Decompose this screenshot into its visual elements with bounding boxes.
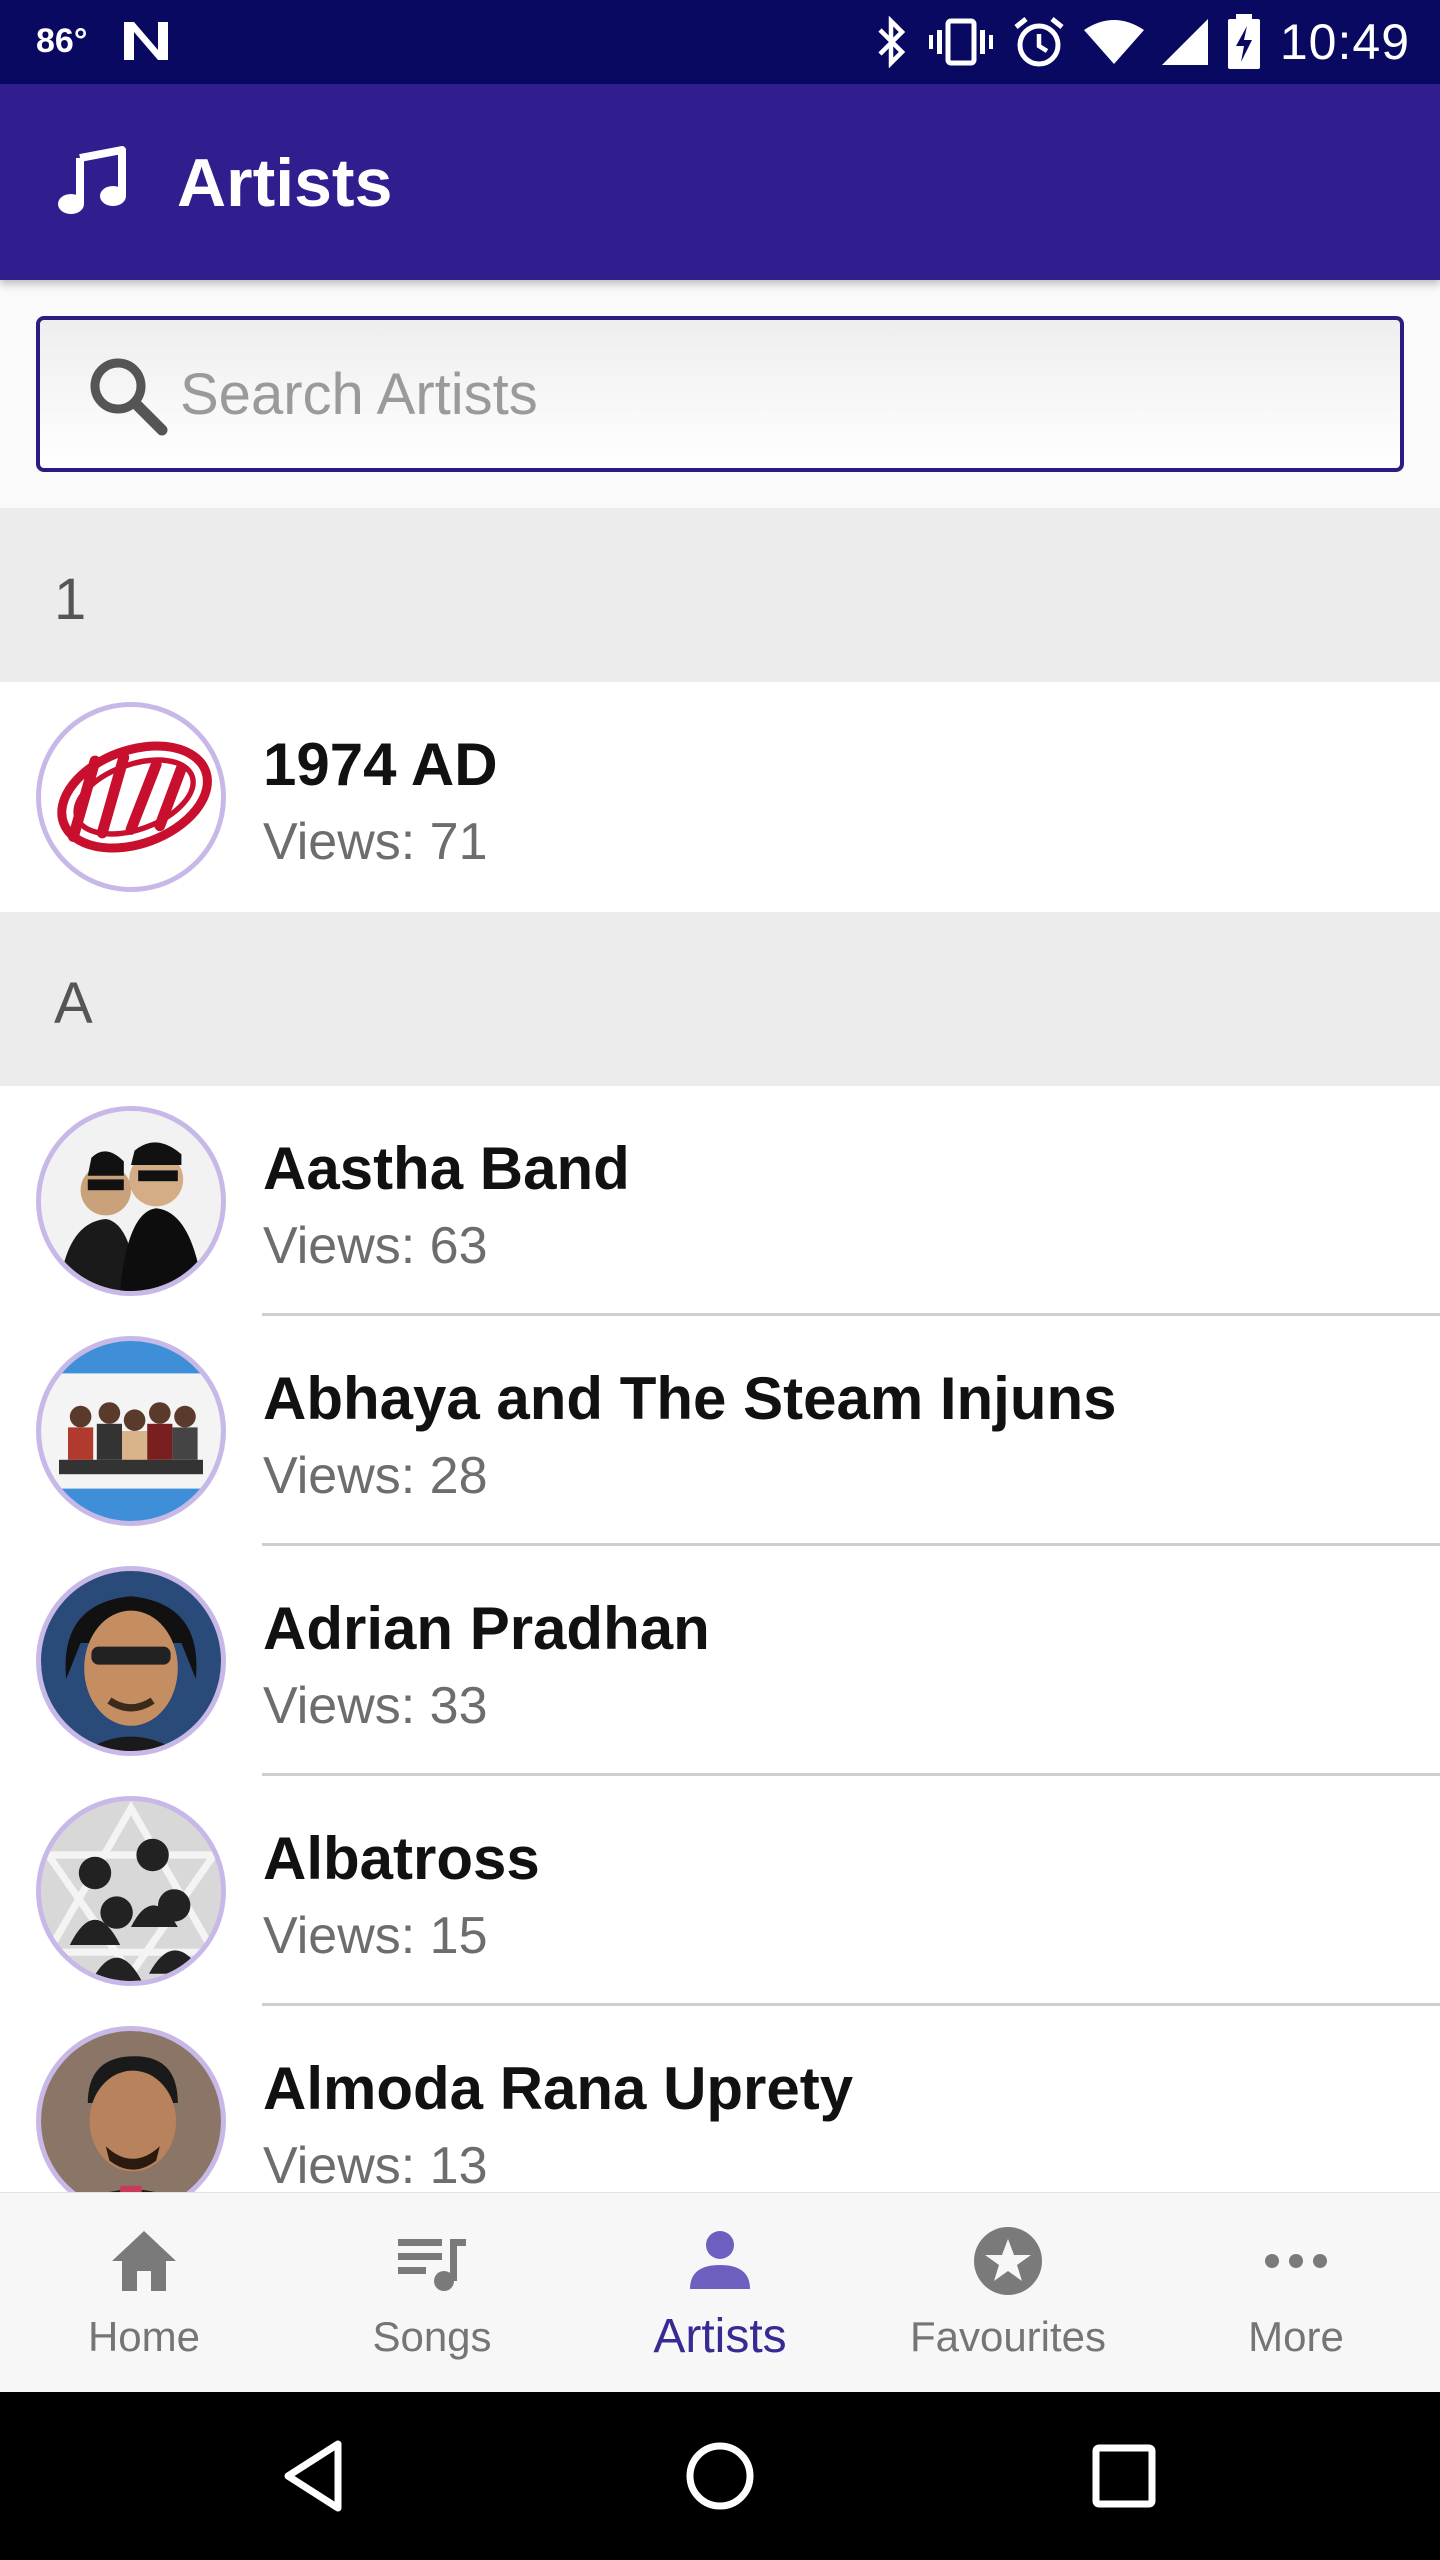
music-note-icon	[58, 146, 126, 214]
artist-name: Abhaya and The Steam Injuns	[263, 1365, 1117, 1432]
status-bar: 86° 10:49	[0, 0, 1440, 84]
alarm-icon	[1014, 17, 1064, 67]
page-title: Artists	[177, 145, 393, 221]
bottom-navigation: Home Songs Artists Favourites More	[0, 2192, 1440, 2392]
back-icon[interactable]	[276, 2436, 356, 2516]
artist-photo	[41, 1801, 221, 1981]
app-bar: Artists	[0, 84, 1440, 280]
artist-logo-image	[41, 707, 221, 887]
artist-views: Views: 63	[263, 1217, 488, 1275]
artist-row-aastha-band[interactable]: Aastha Band Views: 63	[0, 1086, 1440, 1316]
artist-row-1974-ad[interactable]: 1974 AD Views: 71	[0, 682, 1440, 912]
artist-photo	[41, 1341, 221, 1521]
clock-text: 10:49	[1279, 14, 1410, 70]
system-navigation-bar	[0, 2392, 1440, 2560]
artist-views: Views: 33	[263, 1677, 488, 1735]
artist-avatar	[36, 1336, 226, 1526]
artist-photo	[41, 1571, 221, 1751]
artist-name: Almoda Rana Uprety	[263, 2055, 854, 2122]
artist-avatar	[36, 2026, 226, 2192]
artist-name: 1974 AD	[263, 731, 498, 798]
section-header-1: 1	[0, 508, 1440, 682]
search-box[interactable]	[36, 316, 1404, 472]
queue-music-icon	[398, 2239, 466, 2291]
nav-label: More	[1248, 2313, 1344, 2360]
artist-views: Views: 28	[263, 1447, 488, 1505]
nav-label: Songs	[372, 2313, 492, 2360]
section-header-label: 1	[54, 567, 87, 632]
battery-charging-icon	[1227, 14, 1260, 69]
artist-avatar	[36, 1566, 226, 1756]
recents-icon[interactable]	[1084, 2436, 1164, 2516]
search-input[interactable]	[180, 348, 1360, 440]
nav-item-home[interactable]: Home	[0, 2193, 288, 2393]
nav-label: Favourites	[909, 2313, 1107, 2360]
section-header-a: A	[0, 912, 1440, 1086]
nav-label: Home	[87, 2313, 201, 2360]
nav-item-more[interactable]: More	[1152, 2193, 1440, 2393]
artist-views: Views: 13	[263, 2137, 488, 2192]
artist-list[interactable]: 1 1974 AD Views: 71 A Aastha Band Views:…	[0, 508, 1440, 2192]
nav-item-favourites[interactable]: Favourites	[864, 2193, 1152, 2393]
artist-name: Aastha Band	[263, 1135, 630, 1202]
artist-views: Views: 71	[263, 813, 488, 871]
nav-item-songs[interactable]: Songs	[288, 2193, 576, 2393]
artist-row-albatross[interactable]: Albatross Views: 15	[0, 1776, 1440, 2006]
search-icon	[90, 358, 168, 436]
artist-row-abhaya-and-the-steam-injuns[interactable]: Abhaya and The Steam Injuns Views: 28	[0, 1316, 1440, 1546]
search-container	[0, 280, 1440, 508]
person-icon	[690, 2231, 750, 2289]
nav-label: Artists	[653, 2310, 787, 2363]
artist-avatar	[36, 1796, 226, 1986]
artist-avatar	[36, 702, 226, 892]
n-notification-icon	[124, 22, 168, 60]
artist-name: Albatross	[263, 1825, 540, 1892]
artist-views: Views: 15	[263, 1907, 488, 1965]
bluetooth-icon	[878, 16, 906, 68]
star-circle-icon	[974, 2227, 1042, 2295]
temperature-text: 86°	[36, 22, 88, 60]
home-icon	[112, 2231, 176, 2291]
more-horizontal-icon	[1265, 2254, 1327, 2268]
section-header-label: A	[54, 971, 93, 1036]
home-circle-icon[interactable]	[680, 2436, 760, 2516]
artist-row-adrian-pradhan[interactable]: Adrian Pradhan Views: 33	[0, 1546, 1440, 1776]
vibrate-icon	[928, 18, 993, 66]
artist-name: Adrian Pradhan	[263, 1595, 710, 1662]
status-icons: 10:49	[874, 14, 1410, 70]
artist-row-almoda-rana-uprety[interactable]: Almoda Rana Uprety Views: 13	[0, 2006, 1440, 2192]
artist-avatar	[36, 1106, 226, 1296]
artist-photo	[41, 1111, 221, 1291]
artist-photo	[41, 2031, 221, 2192]
nav-item-artists[interactable]: Artists	[576, 2193, 864, 2393]
wifi-icon	[1083, 20, 1144, 64]
signal-icon	[1161, 19, 1208, 65]
